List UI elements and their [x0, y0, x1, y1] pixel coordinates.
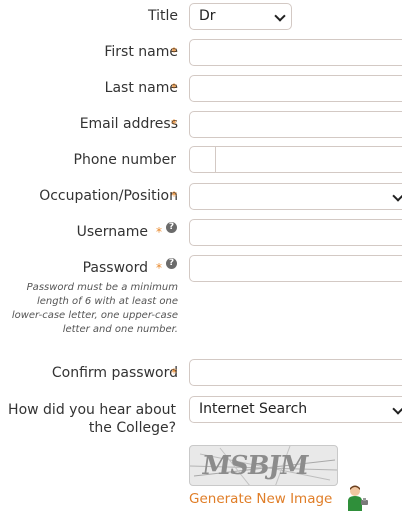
required-marker: * — [171, 117, 177, 131]
occupation-select[interactable] — [189, 183, 402, 210]
password-hint: Password must be a minimum length of 6 w… — [11, 282, 178, 335]
last-name-label: Last name — [104, 80, 178, 96]
speaker-person-icon[interactable] — [347, 485, 369, 511]
required-marker: * — [171, 81, 177, 95]
required-marker: * — [171, 189, 177, 203]
email-input[interactable] — [189, 111, 402, 138]
chevron-down-icon — [392, 190, 402, 202]
title-label: Title — [147, 8, 178, 24]
referral-label-line2: the College? — [88, 420, 176, 436]
confirm-password-label: Confirm password — [51, 365, 178, 381]
first-name-input[interactable] — [189, 39, 402, 66]
chevron-down-icon — [392, 403, 402, 415]
password-input[interactable] — [189, 255, 402, 282]
required-marker: * — [171, 366, 177, 380]
help-icon[interactable]: ? — [166, 258, 177, 269]
phone-label: Phone number — [73, 152, 176, 168]
generate-new-image-link[interactable]: Generate New Image — [189, 491, 332, 507]
referral-label-line1: How did you hear about — [8, 402, 176, 418]
email-label: Email address — [79, 116, 178, 132]
confirm-password-input[interactable] — [189, 359, 402, 386]
occupation-label: Occupation/Position — [39, 188, 178, 204]
required-marker: * — [156, 261, 162, 275]
title-select[interactable]: Dr — [189, 3, 292, 30]
phone-input[interactable] — [189, 146, 402, 173]
referral-select-value: Internet Search — [199, 401, 308, 417]
referral-select[interactable]: Internet Search — [189, 396, 402, 423]
title-select-value: Dr — [199, 8, 216, 24]
last-name-input[interactable] — [189, 75, 402, 102]
first-name-label: First name — [104, 44, 178, 60]
help-icon[interactable]: ? — [166, 222, 177, 233]
required-marker: * — [171, 45, 177, 59]
username-input[interactable] — [189, 219, 402, 246]
required-marker: * — [156, 225, 162, 239]
username-label: Username — [76, 224, 148, 240]
captcha-text: MSBJM — [199, 451, 310, 481]
phone-country-divider — [215, 147, 216, 172]
captcha-image: MSBJM — [189, 445, 338, 486]
chevron-down-icon — [274, 10, 286, 22]
password-label: Password — [82, 260, 148, 276]
